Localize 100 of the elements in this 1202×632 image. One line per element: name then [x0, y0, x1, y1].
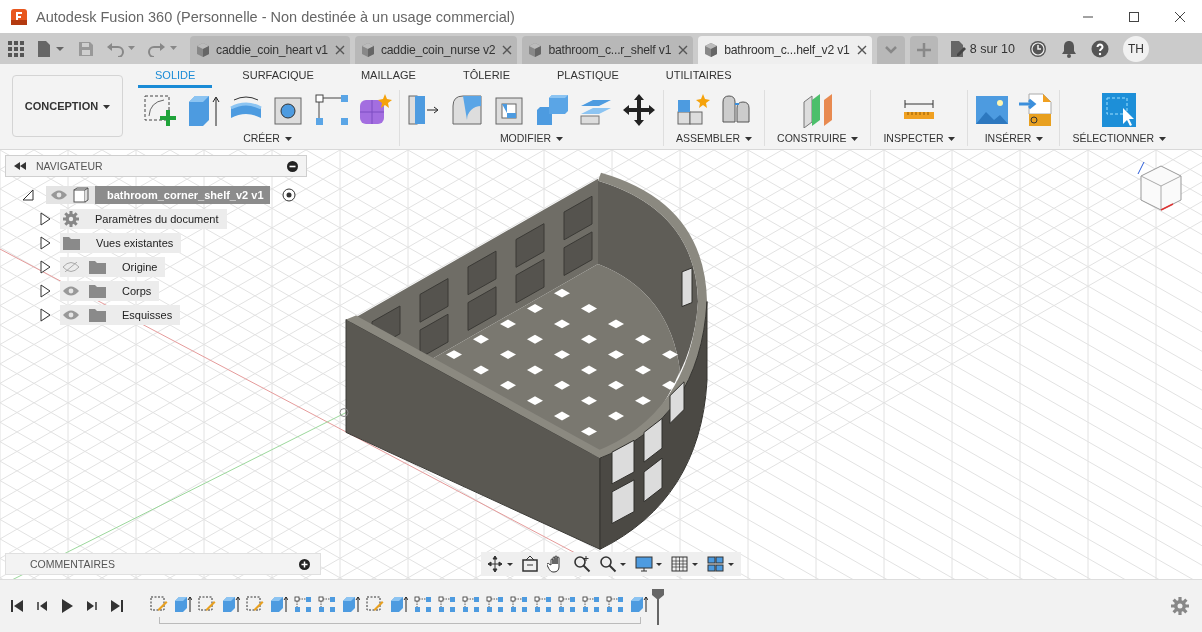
job-status[interactable]: 8 sur 10	[969, 41, 1015, 56]
zoom-icon[interactable]	[573, 555, 591, 573]
document-tab[interactable]: caddie_coin_nurse v2	[354, 36, 518, 64]
collapsed-triangle-icon[interactable]	[39, 284, 51, 298]
pattern-feature-icon[interactable]	[438, 594, 456, 613]
new-tab-button[interactable]	[909, 36, 938, 64]
extrude-feature-icon[interactable]	[630, 594, 648, 613]
select-tool-icon[interactable]	[1101, 92, 1138, 128]
document-tab[interactable]: bathroom_c...r_shelf v1	[522, 36, 694, 64]
collapsed-triangle-icon[interactable]	[39, 212, 51, 226]
component-icon	[527, 42, 544, 58]
extrude-feature-icon[interactable]	[270, 594, 288, 613]
user-avatar[interactable]: TH	[1122, 35, 1149, 62]
component-tool-icon[interactable]	[674, 92, 711, 128]
sketch-feature-icon[interactable]	[198, 594, 216, 613]
pattern-tool-icon[interactable]	[314, 92, 350, 128]
collapsed-triangle-icon[interactable]	[39, 308, 51, 322]
monitor-icon[interactable]	[635, 555, 663, 573]
extrude-feature-icon[interactable]	[222, 594, 240, 613]
pattern-feature-icon[interactable]	[534, 594, 552, 613]
edit-document-icon[interactable]	[949, 39, 966, 58]
tool-group-menu[interactable]: CRÉER	[237, 130, 298, 146]
pattern-feature-icon[interactable]	[582, 594, 600, 613]
help-icon[interactable]	[1090, 39, 1109, 58]
pattern-feature-icon[interactable]	[486, 594, 504, 613]
apps-grid-icon[interactable]	[8, 40, 24, 57]
chevron-down-icon	[883, 45, 898, 55]
file-icon[interactable]	[36, 39, 66, 58]
pattern-feature-icon[interactable]	[318, 594, 336, 613]
undo-icon[interactable]	[106, 40, 136, 57]
viewports-icon[interactable]	[707, 555, 735, 573]
add-comment-icon[interactable]	[299, 558, 310, 570]
eye-icon[interactable]	[63, 286, 79, 296]
close-icon[interactable]	[1174, 10, 1186, 23]
step-back-icon[interactable]	[35, 599, 49, 613]
tool-group-menu[interactable]: ASSEMBLER	[670, 130, 759, 146]
workspace-dropdown[interactable]: CONCEPTION	[12, 75, 123, 137]
tool-group-menu[interactable]: MODIFIER	[493, 130, 570, 146]
go-to-start-icon[interactable]	[10, 599, 24, 613]
look-at-icon[interactable]	[521, 555, 539, 573]
pattern-feature-icon[interactable]	[294, 594, 312, 613]
bell-icon[interactable]	[1060, 39, 1077, 58]
minimize-panel-icon[interactable]	[287, 160, 298, 172]
sketch-feature-icon[interactable]	[366, 594, 384, 613]
combine-tool-icon[interactable]	[535, 92, 571, 128]
svg-tool-icon[interactable]	[1017, 92, 1054, 128]
ribbon-tab[interactable]: MAILLAGE	[343, 69, 433, 88]
settings-icon[interactable]	[1171, 597, 1189, 615]
tab-list-button[interactable]	[876, 36, 905, 64]
go-to-end-icon[interactable]	[110, 599, 124, 613]
pattern-feature-icon[interactable]	[510, 594, 528, 613]
eye-hidden-icon[interactable]	[63, 262, 79, 272]
corner-shelf-model-drawing[interactable]	[339, 172, 708, 550]
close-tab-icon[interactable]	[678, 45, 689, 55]
orbit-icon[interactable]	[487, 555, 513, 573]
maximize-icon[interactable]	[1128, 10, 1140, 23]
document-tab[interactable]: caddie_coin_heart v1	[190, 36, 350, 64]
component-icon	[359, 42, 376, 58]
sketch-feature-icon[interactable]	[150, 594, 168, 613]
pattern-feature-icon[interactable]	[462, 594, 480, 613]
redo-icon[interactable]	[148, 40, 178, 57]
pattern-feature-icon[interactable]	[606, 594, 624, 613]
browser-item-label[interactable]: Corps	[122, 285, 152, 297]
pattern-feature-icon[interactable]	[414, 594, 432, 613]
extrude-feature-icon[interactable]	[174, 594, 192, 613]
ribbon-tab[interactable]: SURFACIQUE	[225, 69, 331, 88]
close-tab-icon[interactable]	[334, 45, 345, 55]
fillet-tool-icon[interactable]	[449, 92, 485, 128]
tool-group-menu[interactable]: CONSTRUIRE	[771, 130, 865, 146]
extrude-feature-icon[interactable]	[342, 594, 360, 613]
zoom-window-icon[interactable]	[599, 555, 627, 573]
ribbon-tab[interactable]: UTILITAIRES	[648, 69, 749, 88]
play-icon[interactable]	[60, 599, 74, 613]
close-tab-icon[interactable]	[856, 45, 867, 55]
collapsed-triangle-icon[interactable]	[39, 236, 51, 250]
timeline-marker[interactable]	[652, 588, 664, 625]
expanded-triangle-icon[interactable]	[22, 189, 34, 201]
move-tool-icon[interactable]	[621, 92, 657, 128]
tool-group-menu[interactable]: INSPECTER	[877, 130, 962, 146]
caret-icon	[103, 105, 111, 110]
collapsed-triangle-icon[interactable]	[39, 260, 51, 274]
ribbon-tab[interactable]: PLASTIQUE	[540, 69, 636, 88]
caret-icon	[948, 137, 956, 142]
extrude-feature-icon[interactable]	[390, 594, 408, 613]
sketch-tool-icon[interactable]	[142, 92, 178, 128]
step-forward-icon[interactable]	[85, 599, 99, 613]
clock-icon[interactable]	[1028, 39, 1047, 58]
active-radio-icon[interactable]	[281, 188, 296, 202]
eye-icon[interactable]	[63, 310, 79, 320]
document-tab[interactable]: bathroom_c...helf_v2 v1	[698, 36, 872, 64]
tool-group-menu[interactable]: SÉLECTIONNER	[1066, 130, 1173, 146]
grid-icon[interactable]	[671, 555, 699, 573]
ribbon-tab[interactable]: TÔLERIE	[445, 69, 527, 88]
eye-icon[interactable]	[51, 190, 67, 200]
pattern-feature-icon[interactable]	[558, 594, 576, 613]
close-tab-icon[interactable]	[502, 45, 513, 55]
folder-icon	[89, 308, 106, 322]
tool-group-menu[interactable]: INSÉRER	[978, 130, 1050, 146]
sketch-feature-icon[interactable]	[246, 594, 264, 613]
collapse-panel-icon[interactable]	[14, 162, 26, 170]
